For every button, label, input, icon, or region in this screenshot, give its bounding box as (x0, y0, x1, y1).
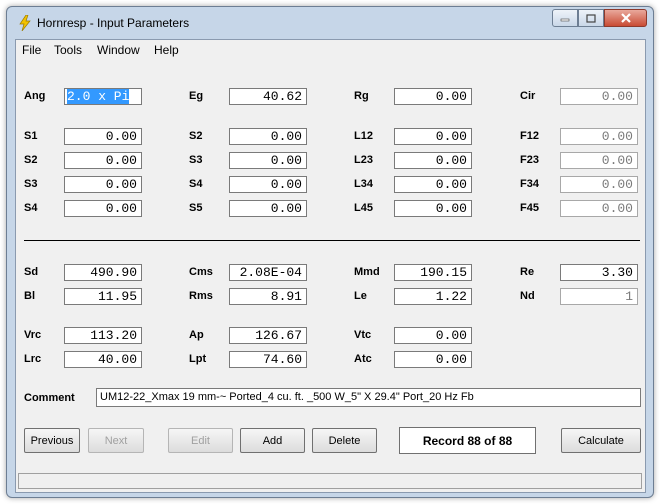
label-atc: Atc (354, 353, 372, 365)
field-mmd[interactable]: 190.15 (394, 264, 472, 281)
maximize-icon (586, 13, 596, 23)
minimize-icon (560, 18, 570, 22)
label-comment: Comment (24, 392, 75, 404)
field-f12[interactable]: 0.00 (560, 128, 638, 145)
label-l12: L12 (354, 130, 373, 142)
lightning-icon (19, 15, 31, 31)
label-nd: Nd (520, 290, 535, 302)
field-rms[interactable]: 8.91 (229, 288, 307, 305)
field-lpt[interactable]: 74.60 (229, 351, 307, 368)
label-re: Re (520, 266, 535, 278)
delete-button[interactable]: Delete (312, 428, 377, 453)
label-rms: Rms (189, 290, 213, 302)
field-vrc[interactable]: 113.20 (64, 327, 142, 344)
label-ang: Ang (24, 90, 46, 102)
comment-field[interactable]: UM12-22_Xmax 19 mm-~ Ported_4 cu. ft. _5… (96, 388, 641, 407)
label-f23: F23 (520, 154, 539, 166)
field-l12[interactable]: 0.00 (394, 128, 472, 145)
field-ap[interactable]: 126.67 (229, 327, 307, 344)
menu-bar: File Tools Window Help (16, 40, 645, 60)
field-f23[interactable]: 0.00 (560, 152, 638, 169)
field-f45[interactable]: 0.00 (560, 200, 638, 217)
label-s3: S3 (189, 154, 203, 166)
field-s4[interactable]: 0.00 (229, 176, 307, 193)
field-ang[interactable]: 2.0 x Pi (64, 88, 142, 105)
record-indicator: Record 88 of 88 (399, 427, 536, 454)
section-divider (24, 240, 640, 241)
label-s1: S1 (24, 130, 38, 142)
menu-tools[interactable]: Tools (54, 43, 82, 57)
field-ang-value: 2.0 x Pi (67, 89, 130, 104)
label-l34: L34 (354, 178, 373, 190)
label-mmd: Mmd (354, 266, 380, 278)
field-cir[interactable]: 0.00 (560, 88, 638, 105)
field-le[interactable]: 1.22 (394, 288, 472, 305)
field-sd[interactable]: 490.90 (64, 264, 142, 281)
maximize-button[interactable] (578, 9, 604, 27)
app-window: Hornresp - Input Parameters File Tools W… (6, 6, 654, 498)
label-sd: Sd (24, 266, 39, 278)
next-button[interactable]: Next (88, 428, 144, 453)
menu-file[interactable]: File (22, 43, 41, 57)
label-cir: Cir (520, 90, 536, 102)
field-l45[interactable]: 0.00 (394, 200, 472, 217)
previous-button[interactable]: Previous (24, 428, 80, 453)
field-nd[interactable]: 1 (560, 288, 638, 305)
label-f12: F12 (520, 130, 539, 142)
label-cms: Cms (189, 266, 213, 278)
label-ap: Ap (189, 329, 204, 341)
field-lrc[interactable]: 40.00 (64, 351, 142, 368)
label-s3-col1: S3 (24, 178, 38, 190)
menu-help[interactable]: Help (154, 43, 179, 57)
field-s5[interactable]: 0.00 (229, 200, 307, 217)
field-s1[interactable]: 0.00 (64, 128, 142, 145)
label-s2-col1: S2 (24, 154, 38, 166)
field-s3-col1[interactable]: 0.00 (64, 176, 142, 193)
field-cms[interactable]: 2.08E-04 (229, 264, 307, 281)
label-f34: F34 (520, 178, 539, 190)
label-bl: Bl (24, 290, 35, 302)
label-rg: Rg (354, 90, 369, 102)
add-button[interactable]: Add (240, 428, 305, 453)
field-eg[interactable]: 40.62 (229, 88, 307, 105)
label-l23: L23 (354, 154, 373, 166)
label-lpt: Lpt (189, 353, 207, 365)
label-vrc: Vrc (24, 329, 42, 341)
field-f34[interactable]: 0.00 (560, 176, 638, 193)
label-s4: S4 (189, 178, 203, 190)
field-s2[interactable]: 0.00 (229, 128, 307, 145)
field-l34[interactable]: 0.00 (394, 176, 472, 193)
close-button[interactable] (604, 9, 647, 27)
field-bl[interactable]: 11.95 (64, 288, 142, 305)
close-icon (620, 13, 631, 23)
field-atc[interactable]: 0.00 (394, 351, 472, 368)
field-vtc[interactable]: 0.00 (394, 327, 472, 344)
field-s2-col1[interactable]: 0.00 (64, 152, 142, 169)
field-re[interactable]: 3.30 (560, 264, 638, 281)
status-bar (18, 473, 642, 489)
label-eg: Eg (189, 90, 204, 102)
title-bar[interactable]: Hornresp - Input Parameters (7, 7, 653, 39)
label-vtc: Vtc (354, 329, 372, 341)
field-rg[interactable]: 0.00 (394, 88, 472, 105)
label-s2: S2 (189, 130, 203, 142)
label-f45: F45 (520, 202, 539, 214)
calculate-button[interactable]: Calculate (561, 428, 641, 453)
label-le: Le (354, 290, 367, 302)
field-l23[interactable]: 0.00 (394, 152, 472, 169)
field-s3[interactable]: 0.00 (229, 152, 307, 169)
edit-button[interactable]: Edit (168, 428, 233, 453)
minimize-button[interactable] (552, 9, 578, 27)
label-lrc: Lrc (24, 353, 42, 365)
window-title: Hornresp - Input Parameters (37, 16, 190, 30)
label-s4-col1: S4 (24, 202, 38, 214)
field-s4-col1[interactable]: 0.00 (64, 200, 142, 217)
client-area: File Tools Window Help Ang 2.0 x Pi Eg 4… (15, 39, 646, 493)
label-s5: S5 (189, 202, 203, 214)
menu-window[interactable]: Window (97, 43, 140, 57)
label-l45: L45 (354, 202, 373, 214)
